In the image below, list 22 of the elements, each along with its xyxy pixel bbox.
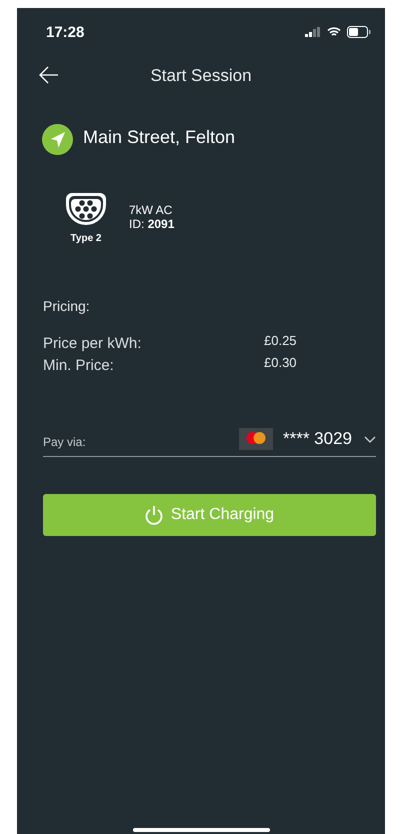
navigation-icon [42,124,73,155]
price-label: Price per kWh: [43,334,142,352]
price-label: Min. Price: [43,356,115,374]
card-icon [238,428,273,450]
chevron-down-icon [364,436,376,442]
payment-selector[interactable]: Pay via: **** 3029 [43,428,376,457]
pay-via-label: Pay via: [43,435,87,449]
price-value: £0.25 [264,332,297,348]
screen-title: Start Session [150,66,252,86]
connector-type: Type 2 [70,233,102,244]
wifi-icon [327,27,341,37]
connector-id: ID: 2091 [129,217,174,231]
power-icon [144,505,163,525]
battery-icon [347,26,371,38]
signal-icon [305,27,321,37]
status-time: 17:28 [46,24,84,40]
connector-power: 7kW AC [129,203,174,217]
card-number: **** 3029 [282,429,352,449]
location-name: Main Street, Felton [83,127,236,148]
price-value: £0.30 [264,354,297,370]
back-button[interactable] [39,66,61,86]
pricing-title: Pricing: [43,298,91,314]
